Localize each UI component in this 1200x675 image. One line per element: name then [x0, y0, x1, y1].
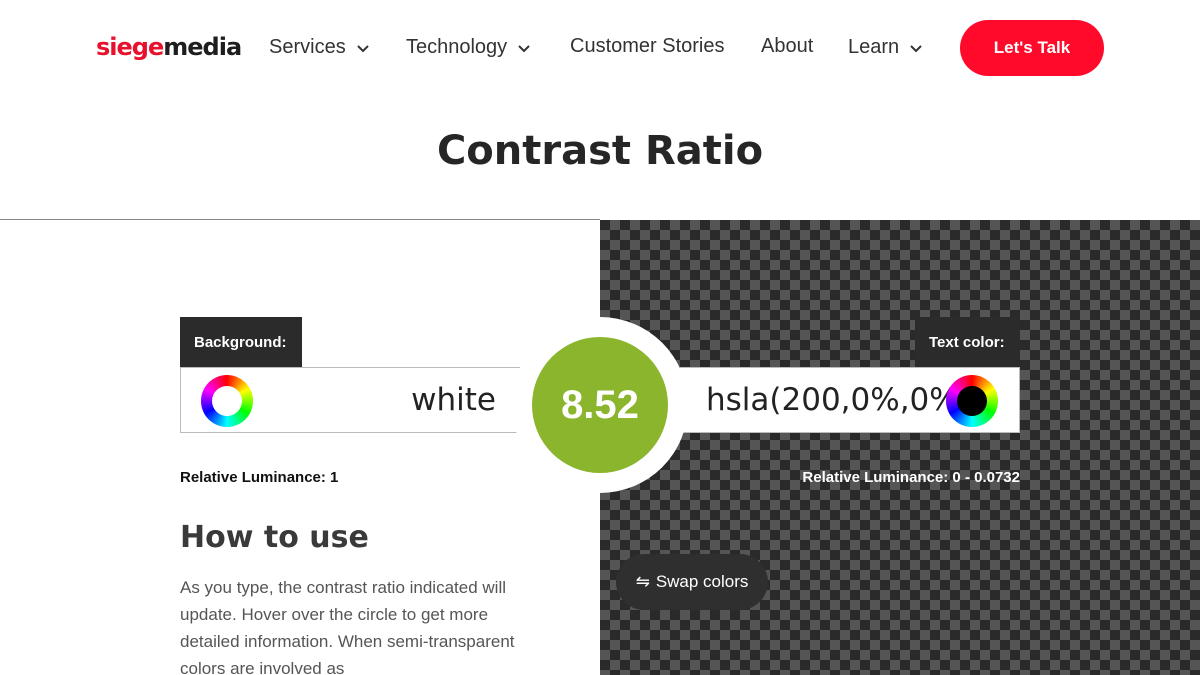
swap-colors-button[interactable]: ⇋ Swap colors — [616, 554, 768, 610]
nav-about-label: About — [761, 35, 814, 57]
background-swatch — [212, 386, 242, 416]
color-wheel-icon[interactable] — [201, 375, 253, 427]
how-to-use-heading: How to use — [180, 520, 369, 555]
siegemedia-logo[interactable]: siegemedia — [96, 33, 242, 61]
color-wheel-icon[interactable] — [946, 375, 998, 427]
chevron-down-icon — [518, 44, 530, 52]
site-header: siegemedia Services Technology Customer … — [0, 0, 1200, 96]
text-color-swatch — [957, 386, 987, 416]
logo-part-siege: siege — [96, 33, 164, 61]
nav-learn[interactable]: Learn — [848, 36, 923, 59]
nav-services-label: Services — [269, 36, 346, 58]
nav-customer-stories-label: Customer Stories — [570, 35, 725, 57]
background-field — [180, 367, 520, 433]
nav-customer-stories[interactable]: Customer Stories — [570, 35, 725, 58]
nav-about[interactable]: About — [761, 35, 813, 58]
logo-part-media: media — [163, 33, 242, 61]
chevron-down-icon — [910, 44, 922, 52]
text-color-label: Text color: — [915, 317, 1020, 367]
nav-services[interactable]: Services — [269, 36, 370, 59]
lets-talk-button[interactable]: Let's Talk — [960, 20, 1104, 76]
chevron-down-icon — [356, 44, 369, 52]
background-luminance: Relative Luminance: 1 — [180, 469, 339, 486]
background-label: Background: — [180, 317, 302, 367]
nav-technology-label: Technology — [406, 36, 508, 58]
section-divider — [0, 219, 600, 220]
background-input[interactable] — [261, 382, 496, 418]
text-color-luminance: Relative Luminance: 0 - 0.0732 — [802, 469, 1020, 486]
page-title: Contrast Ratio — [436, 128, 764, 174]
contrast-ratio-badge[interactable]: 8.52 — [532, 337, 668, 473]
swap-colors-label: Swap colors — [655, 572, 749, 591]
text-color-input[interactable] — [706, 382, 951, 418]
how-to-use-text: As you type, the contrast ratio indicate… — [180, 578, 515, 675]
nav-learn-label: Learn — [848, 36, 900, 58]
swap-icon: ⇋ — [635, 572, 650, 591]
text-color-field — [680, 367, 1020, 433]
nav-technology[interactable]: Technology — [406, 36, 531, 59]
